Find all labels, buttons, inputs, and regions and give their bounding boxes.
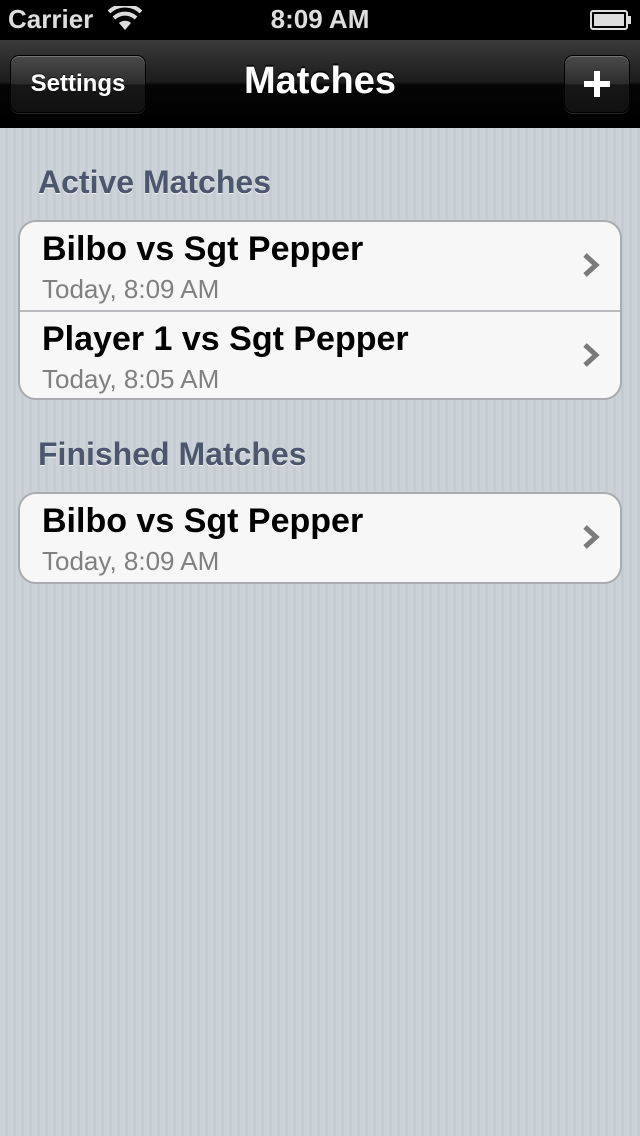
page-title: Matches: [243, 60, 397, 102]
active-matches-list: Bilbo vs Sgt Pepper Today, 8:09 AM Playe…: [18, 220, 622, 400]
chevron-right-icon: [583, 525, 600, 549]
chevron-right-icon: [583, 253, 600, 277]
section-header-finished: Finished Matches: [38, 436, 307, 472]
finished-matches-list: Bilbo vs Sgt Pepper Today, 8:09 AM: [18, 492, 622, 584]
match-title: Bilbo vs Sgt Pepper: [42, 230, 364, 268]
list-item[interactable]: Player 1 vs Sgt Pepper Today, 8:05 AM: [20, 310, 620, 398]
plus-icon: [584, 71, 610, 97]
status-bar: Carrier 8:09 AM: [0, 0, 640, 40]
match-title: Bilbo vs Sgt Pepper: [42, 502, 364, 540]
match-timestamp: Today, 8:09 AM: [42, 546, 220, 576]
add-match-button[interactable]: [564, 55, 630, 113]
match-timestamp: Today, 8:05 AM: [42, 364, 220, 394]
status-time: 8:09 AM: [270, 4, 370, 34]
list-item[interactable]: Bilbo vs Sgt Pepper Today, 8:09 AM: [20, 494, 620, 582]
navigation-bar: Settings Matches: [0, 40, 640, 128]
section-header-active: Active Matches: [38, 164, 271, 200]
chevron-right-icon: [583, 343, 600, 367]
list-item[interactable]: Bilbo vs Sgt Pepper Today, 8:09 AM: [20, 222, 620, 310]
match-timestamp: Today, 8:09 AM: [42, 274, 220, 304]
match-title: Player 1 vs Sgt Pepper: [42, 320, 409, 358]
battery-icon: [590, 10, 631, 30]
